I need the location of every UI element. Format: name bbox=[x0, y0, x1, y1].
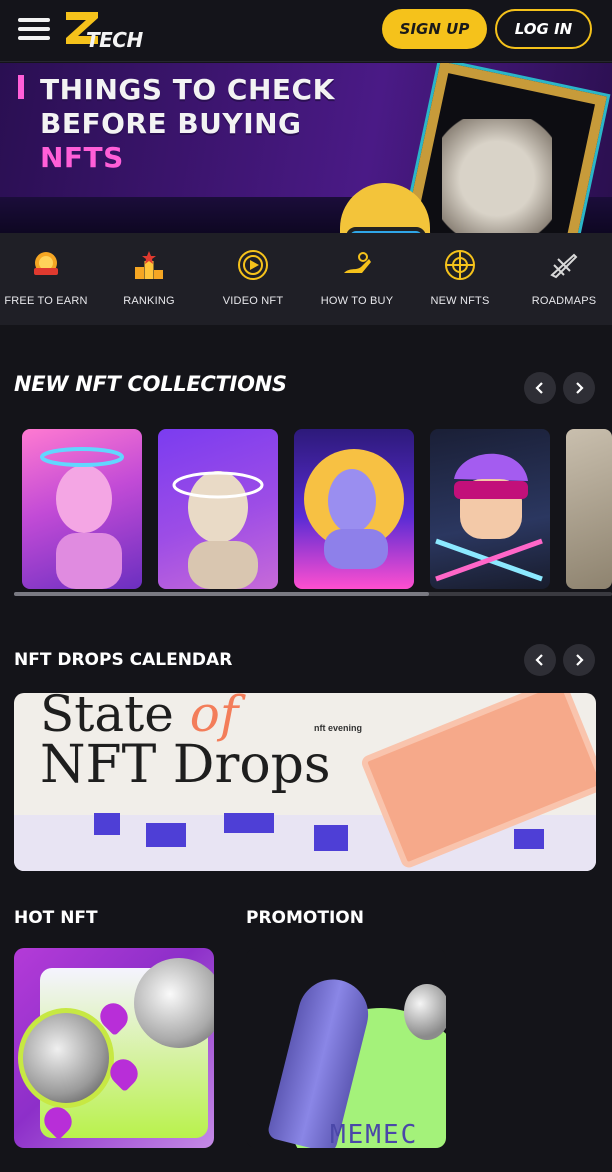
category-free-to-earn[interactable]: FREE TO EARN bbox=[0, 233, 98, 325]
category-roadmaps[interactable]: ROADMAPS bbox=[512, 233, 612, 325]
header: TECH SIGN UP LOG IN bbox=[0, 0, 612, 62]
cash-back-coin-icon bbox=[34, 252, 58, 275]
collections-prev-button[interactable] bbox=[524, 372, 556, 404]
category-label: ROADMAPS bbox=[531, 295, 597, 307]
bust-image bbox=[40, 447, 124, 589]
banner-decor bbox=[224, 813, 274, 833]
log-in-button[interactable]: LOG IN bbox=[495, 9, 592, 49]
category-label: RANKING bbox=[123, 295, 175, 307]
category-how-to-buy[interactable]: HOW TO BUY bbox=[305, 233, 409, 325]
hot-nft-tile[interactable] bbox=[14, 948, 214, 1148]
hero-title-line3: NFTS bbox=[40, 141, 124, 174]
nft-collection-card[interactable] bbox=[294, 429, 414, 589]
statue-image bbox=[442, 119, 552, 233]
chevron-left-icon bbox=[535, 654, 543, 666]
banner-decor bbox=[146, 823, 186, 847]
category-label: VIDEO NFT bbox=[222, 295, 284, 307]
frog-coin-image bbox=[134, 958, 214, 1048]
ball-icon bbox=[445, 250, 475, 280]
podium-icon bbox=[135, 251, 163, 279]
drops-next-button[interactable] bbox=[563, 644, 595, 676]
new-nft-collections-title: NEW NFT COLLECTIONS bbox=[14, 372, 287, 396]
nft-collection-card[interactable] bbox=[158, 429, 278, 589]
drops-prev-button[interactable] bbox=[524, 644, 556, 676]
chevron-right-icon bbox=[576, 382, 584, 394]
banner-decor bbox=[94, 813, 120, 835]
nft-collection-card[interactable] bbox=[566, 429, 612, 589]
category-label: FREE TO EARN bbox=[4, 295, 88, 307]
collections-next-button[interactable] bbox=[563, 372, 595, 404]
bust-image bbox=[304, 449, 404, 569]
hero-title: THINGS TO CHECK BEFORE BUYING NFTS bbox=[40, 73, 335, 175]
nft-drops-calendar-title: NFT DROPS CALENDAR bbox=[14, 650, 233, 670]
hero-title-line1: THINGS TO CHECK bbox=[40, 73, 335, 106]
promotion-title: PROMOTION bbox=[246, 908, 364, 928]
hot-nft-title: HOT NFT bbox=[14, 908, 98, 928]
metal-ball-image bbox=[404, 984, 446, 1040]
promotion-tile[interactable]: MEMEC bbox=[246, 948, 446, 1148]
hero-title-line2: BEFORE BUYING bbox=[40, 107, 302, 140]
bust-image bbox=[172, 471, 264, 589]
nft-drops-banner[interactable]: State of NFT Drops nft evening bbox=[14, 693, 596, 871]
category-label: HOW TO BUY bbox=[320, 295, 394, 307]
category-video-nft[interactable]: VIDEO NFT bbox=[201, 233, 305, 325]
chevron-left-icon bbox=[535, 382, 543, 394]
category-label: NEW NFTS bbox=[430, 295, 490, 307]
category-ranking[interactable]: RANKING bbox=[97, 233, 201, 325]
avatar-image bbox=[435, 453, 543, 582]
banner-title-line2: NFT Drops bbox=[40, 735, 331, 795]
logo[interactable]: TECH bbox=[64, 10, 144, 52]
nft-evening-badge: nft evening bbox=[314, 723, 363, 733]
chevron-right-icon bbox=[576, 654, 584, 666]
hero-accent bbox=[18, 75, 24, 99]
nft-collection-card[interactable] bbox=[430, 429, 550, 589]
sign-up-button[interactable]: SIGN UP bbox=[382, 9, 487, 49]
nft-collection-card[interactable] bbox=[22, 429, 142, 589]
collections-scrollbar-thumb[interactable] bbox=[14, 592, 429, 596]
hero-banner[interactable]: THINGS TO CHECK BEFORE BUYING NFTS bbox=[0, 63, 612, 233]
banner-decor bbox=[514, 829, 544, 849]
play-circle-icon bbox=[238, 250, 268, 280]
banner-decor bbox=[314, 825, 348, 851]
cat-coin-image bbox=[18, 1008, 114, 1108]
category-new-nfts[interactable]: NEW NFTS bbox=[408, 233, 512, 325]
hand-coin-icon bbox=[344, 252, 371, 273]
logo-text: TECH bbox=[86, 28, 143, 52]
menu-icon[interactable] bbox=[18, 18, 50, 40]
category-bar: FREE TO EARN RANKING VIDEO NFT HOW TO BU… bbox=[0, 233, 612, 325]
airplane-icon bbox=[550, 253, 578, 279]
memec-text: MEMEC bbox=[330, 1120, 419, 1148]
